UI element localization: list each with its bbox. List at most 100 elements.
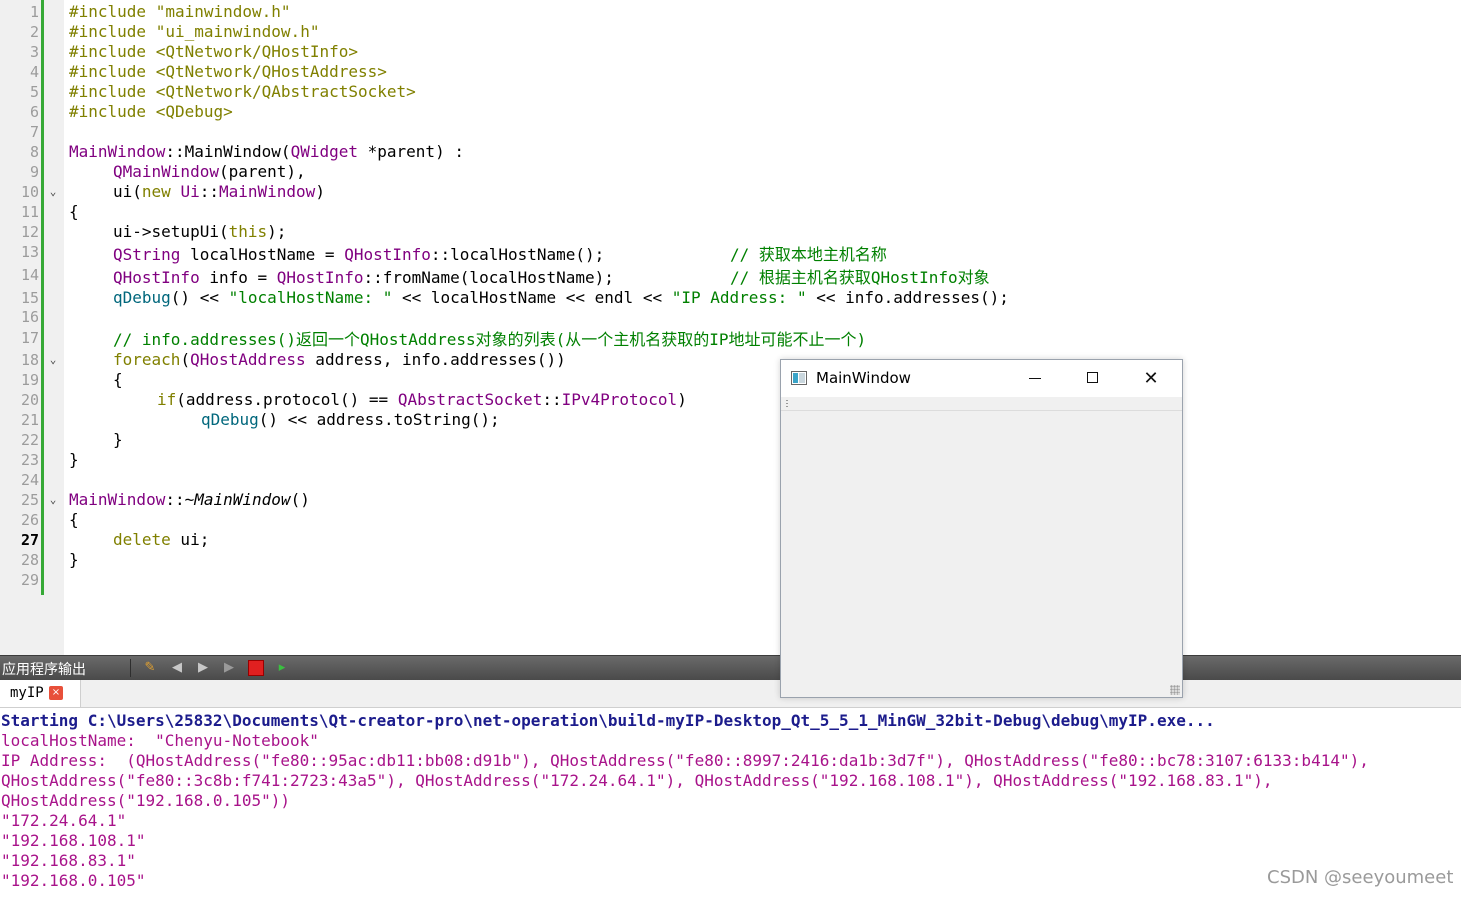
code-line: QString localHostName = QHostInfo::local… bbox=[113, 245, 604, 265]
code-token: qDebug bbox=[113, 288, 171, 307]
code-token: MainWindow bbox=[69, 490, 166, 509]
code-line: MainWindow::MainWindow(QWidget *parent) … bbox=[69, 142, 464, 162]
output-pane-title: 应用程序输出 bbox=[2, 662, 86, 678]
attach-icon[interactable]: ▸ bbox=[273, 659, 291, 677]
minimize-button[interactable] bbox=[1006, 360, 1064, 397]
output-line: "192.168.108.1" bbox=[1, 831, 146, 850]
code-token: new bbox=[141, 182, 171, 201]
code-token: } bbox=[69, 550, 79, 569]
output-line: "192.168.0.105" bbox=[1, 871, 146, 890]
code-token: QHostAddress bbox=[190, 350, 306, 369]
code-line: #include <QtNetwork/QHostInfo> bbox=[69, 42, 358, 62]
fold-toggle-icon[interactable]: ⌄ bbox=[46, 350, 60, 370]
stop-icon[interactable] bbox=[247, 659, 265, 677]
code-token: QHostInfo bbox=[276, 268, 364, 287]
code-token: (parent), bbox=[218, 162, 306, 181]
code-token: { bbox=[69, 202, 79, 221]
code-comment: // info.addresses()返回一个QHostAddress对象的列表… bbox=[113, 330, 867, 349]
code-line: #include <QtNetwork/QAbstractSocket> bbox=[69, 82, 416, 102]
close-icon: ✕ bbox=[1143, 368, 1159, 389]
output-line: QHostAddress("192.168.0.105")) bbox=[1, 791, 290, 810]
code-comment: // 根据主机名获取QHostInfo对象 bbox=[730, 268, 990, 287]
menu-bar bbox=[781, 397, 1182, 411]
code-line: #include <QDebug> bbox=[69, 102, 233, 122]
code-token: Ui bbox=[180, 182, 200, 201]
line-number: 3 bbox=[29, 43, 39, 61]
code-token: ) bbox=[677, 390, 687, 409]
code-token: QHostInfo bbox=[113, 268, 200, 287]
run-icon[interactable]: ▶ bbox=[220, 659, 238, 677]
code-token: QMainWindow bbox=[113, 162, 219, 181]
resize-grip-icon[interactable] bbox=[1170, 685, 1180, 695]
line-number: 4 bbox=[29, 63, 39, 81]
code-token: ) bbox=[315, 182, 325, 201]
application-output[interactable]: Starting C:\Users\25832\Documents\Qt-cre… bbox=[0, 708, 1461, 897]
code-line: foreach(QHostAddress address, info.addre… bbox=[113, 350, 566, 370]
line-number: 20 bbox=[20, 391, 39, 409]
code-line: } bbox=[69, 450, 79, 470]
code-token: "IP Address: " bbox=[671, 288, 807, 307]
code-token: :: bbox=[199, 182, 219, 201]
code-token: << info.addresses(); bbox=[806, 288, 1009, 307]
code-token: :: bbox=[542, 390, 562, 409]
watermark: CSDN @seeyoumeet bbox=[1267, 867, 1454, 888]
code-editor[interactable]: 1 2 3 4 5 6 7 8 9 10 11 12 13 14 15 16 17 18 19 20 21 22 23 24 2… bbox=[0, 0, 1461, 655]
line-number: 5 bbox=[29, 83, 39, 101]
code-token: #include <QtNetwork/QHostAddress> bbox=[69, 62, 387, 81]
line-number: 12 bbox=[20, 223, 39, 241]
code-token: #include "mainwindow.h" bbox=[69, 2, 291, 21]
line-number: 17 bbox=[20, 329, 39, 347]
toolbar-separator bbox=[130, 659, 131, 677]
code-token: address, info.addresses()) bbox=[305, 350, 566, 369]
fold-toggle-icon[interactable]: ⌄ bbox=[46, 490, 60, 510]
fold-toggle-icon[interactable]: ⌄ bbox=[46, 182, 60, 202]
code-token: () << address.toString(); bbox=[258, 410, 500, 429]
line-number: 29 bbox=[20, 571, 39, 589]
code-line: qDebug() << address.toString(); bbox=[201, 410, 500, 430]
tab-myip[interactable]: myIP × bbox=[0, 680, 81, 707]
mainwindow-dialog[interactable]: MainWindow ✕ bbox=[780, 359, 1183, 698]
code-token: localHostName = bbox=[180, 245, 345, 264]
change-marker-bar bbox=[41, 0, 44, 595]
line-number: 7 bbox=[29, 123, 39, 141]
code-token: #include <QtNetwork/QHostInfo> bbox=[69, 42, 358, 61]
code-line: #include <QtNetwork/QHostAddress> bbox=[69, 62, 387, 82]
line-number: 22 bbox=[20, 431, 39, 449]
line-number: 13 bbox=[20, 243, 39, 261]
code-line: #include "mainwindow.h" bbox=[69, 2, 291, 22]
next-icon[interactable]: ▶ bbox=[194, 659, 212, 677]
code-token: << localHostName << endl << bbox=[392, 288, 672, 307]
close-button[interactable]: ✕ bbox=[1122, 360, 1180, 397]
code-token: ui; bbox=[170, 530, 210, 549]
line-number: 14 bbox=[20, 266, 39, 284]
maximize-button[interactable] bbox=[1064, 360, 1122, 397]
code-token: delete bbox=[113, 530, 171, 549]
code-token: QHostInfo bbox=[344, 245, 431, 264]
line-number: 11 bbox=[20, 203, 39, 221]
code-line: qDebug() << "localHostName: " << localHo… bbox=[113, 288, 1009, 308]
close-icon[interactable]: × bbox=[49, 686, 63, 700]
output-line: "192.168.83.1" bbox=[1, 851, 136, 870]
line-number: 23 bbox=[20, 451, 39, 469]
code-token: ::MainWindow( bbox=[165, 142, 291, 161]
code-token: foreach bbox=[113, 350, 181, 369]
previous-icon[interactable]: ◀ bbox=[168, 659, 186, 677]
toolbar-grip-icon bbox=[786, 400, 788, 407]
code-token: *parent) : bbox=[358, 142, 464, 161]
code-line: ui(new Ui::MainWindow) bbox=[113, 182, 325, 202]
line-number: 21 bbox=[20, 411, 39, 429]
code-token: () bbox=[290, 490, 310, 509]
code-token: MainWindow bbox=[218, 182, 316, 201]
window-title-bar[interactable]: MainWindow ✕ bbox=[781, 360, 1182, 397]
code-line: ui->setupUi(this); bbox=[113, 222, 286, 242]
line-number: 27 bbox=[20, 531, 39, 549]
clear-icon[interactable]: ✎ bbox=[141, 659, 159, 677]
code-token: ); bbox=[267, 222, 287, 241]
output-line: localHostName: "Chenyu-Notebook" bbox=[1, 731, 319, 750]
code-token: "localHostName: " bbox=[228, 288, 393, 307]
code-token: QAbstractSocket bbox=[397, 390, 543, 409]
line-number: 2 bbox=[29, 23, 39, 41]
output-toolbar: 应用程序输出 ✎ ◀ ▶ ▶ ▸ bbox=[0, 655, 1461, 680]
code-token: ui->setupUi( bbox=[113, 222, 229, 241]
